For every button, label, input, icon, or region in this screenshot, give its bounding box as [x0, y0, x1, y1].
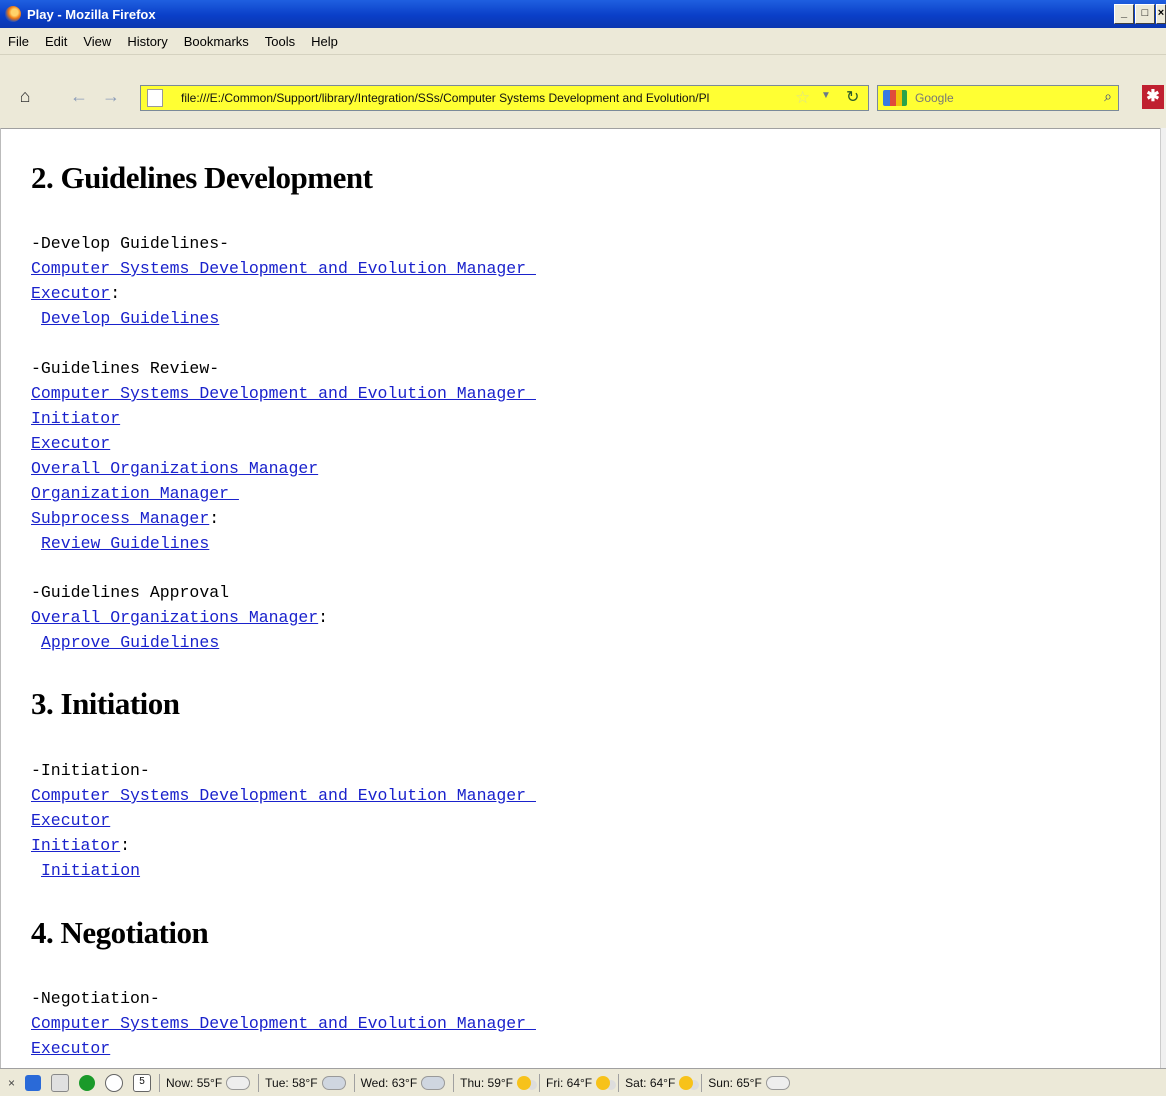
weather-label: Tue: 58°F	[265, 1075, 318, 1090]
menu-bookmarks[interactable]: Bookmarks	[184, 34, 249, 49]
group-initiation: -Initiation- Computer Systems Developmen…	[31, 758, 536, 883]
google-logo-icon[interactable]	[883, 90, 907, 106]
group-heading: -Develop Guidelines-	[31, 234, 230, 253]
dropdown-arrow-icon[interactable]: ▼	[821, 90, 831, 101]
group-heading: -Guidelines Review-	[31, 359, 220, 378]
group-develop-guidelines: -Develop Guidelines- Computer Systems De…	[31, 231, 536, 331]
activity-link[interactable]: Review Guidelines	[41, 534, 209, 553]
navigation-toolbar: ⌂ ← → file:///E:/Common/Support/library/…	[0, 55, 1166, 129]
maximize-button[interactable]: □	[1135, 4, 1155, 24]
rain-cloud-icon	[321, 1075, 346, 1090]
role-link[interactable]: Initiator	[31, 409, 120, 428]
weather-wed[interactable]: Wed: 63°F	[360, 1075, 446, 1090]
activity-link[interactable]: Initiation	[41, 861, 140, 880]
cloud-icon	[765, 1075, 790, 1090]
status-bar: × 5 Now: 55°F Tue: 58°F Wed: 63°F Thu: 5…	[0, 1068, 1166, 1096]
weather-fri[interactable]: Fri: 64°F	[546, 1075, 611, 1090]
addon-icon[interactable]: ✱	[1142, 85, 1164, 109]
partly-sunny-icon	[596, 1075, 611, 1090]
url-text[interactable]: file:///E:/Common/Support/library/Integr…	[181, 91, 781, 105]
window-title-bar: Play - Mozilla Firefox _ □ ×	[0, 0, 1166, 28]
reload-icon[interactable]: ↻	[846, 87, 859, 107]
star-icon[interactable]: ☆	[795, 88, 810, 108]
firefox-logo-icon	[5, 6, 21, 22]
role-link[interactable]: Executor	[31, 1039, 110, 1058]
weather-label: Fri: 64°F	[546, 1075, 593, 1090]
green-status-icon[interactable]	[79, 1074, 96, 1091]
close-button[interactable]: ×	[1156, 4, 1166, 24]
weather-label: Sat: 64°F	[625, 1075, 676, 1090]
role-link[interactable]: Computer Systems Development and Evoluti…	[31, 384, 536, 403]
menu-tools[interactable]: Tools	[265, 34, 295, 49]
menu-edit[interactable]: Edit	[45, 34, 67, 49]
divider	[539, 1073, 540, 1092]
weather-sat[interactable]: Sat: 64°F	[625, 1075, 694, 1090]
rain-cloud-icon	[421, 1075, 446, 1090]
vertical-scrollbar[interactable]	[1160, 128, 1166, 1068]
divider	[618, 1073, 620, 1092]
role-link[interactable]: Computer Systems Development and Evoluti…	[31, 1014, 536, 1033]
role-link[interactable]: Executor	[31, 434, 110, 453]
partly-sunny-icon	[679, 1075, 694, 1090]
menu-history[interactable]: History	[127, 34, 167, 49]
group-guidelines-approval: -Guidelines Approval Overall Organizatio…	[31, 580, 328, 655]
group-heading: -Guidelines Approval	[31, 583, 230, 602]
role-link[interactable]: Executor	[31, 284, 110, 303]
weather-thu[interactable]: Thu: 59°F	[460, 1075, 531, 1090]
divider	[453, 1073, 455, 1092]
section-title: 2. Guidelines Development	[31, 160, 373, 195]
sp-icon[interactable]	[51, 1073, 70, 1092]
close-icon[interactable]: ×	[8, 1076, 15, 1090]
activity-link[interactable]: Develop Guidelines	[41, 309, 219, 328]
weather-sun[interactable]: Sun: 65°F	[708, 1075, 790, 1090]
role-link[interactable]: Organization Manager	[31, 484, 239, 503]
window-title: Play - Mozilla Firefox	[27, 6, 156, 22]
weather-label: Wed: 63°F	[360, 1075, 418, 1090]
weather-label: Thu: 59°F	[460, 1075, 513, 1090]
role-link[interactable]: Subprocess Manager	[31, 509, 209, 528]
cloud-icon	[226, 1075, 251, 1090]
role-link[interactable]: Initiator	[31, 836, 120, 855]
weather-now[interactable]: Now: 55°F	[166, 1075, 251, 1090]
role-link[interactable]: Computer Systems Development and Evoluti…	[31, 786, 536, 805]
activity-link[interactable]: Approve Guidelines	[41, 633, 219, 652]
menu-view[interactable]: View	[83, 34, 111, 49]
weather-label: Now: 55°F	[166, 1075, 223, 1090]
role-link[interactable]: Executor	[31, 811, 110, 830]
divider	[258, 1073, 260, 1092]
search-icon[interactable]: ⌕	[1104, 88, 1112, 105]
search-placeholder[interactable]: Google	[915, 91, 954, 105]
calendar-icon[interactable]: 5	[133, 1073, 152, 1092]
divider	[159, 1073, 161, 1092]
back-icon[interactable]: ←	[70, 85, 96, 107]
weather-tue[interactable]: Tue: 58°F	[265, 1075, 346, 1090]
role-link[interactable]: Computer Systems Development and Evoluti…	[31, 259, 536, 278]
section-title: 4. Negotiation	[31, 915, 209, 950]
group-heading: -Negotiation-	[31, 989, 160, 1008]
role-link[interactable]: Overall Organizations Manager	[31, 608, 318, 627]
page-content: 2. Guidelines Development -Develop Guide…	[0, 128, 1166, 1068]
role-link[interactable]: Overall Organizations Manager	[31, 459, 318, 478]
menu-help[interactable]: Help	[311, 34, 338, 49]
addon-x-icon[interactable]	[25, 1074, 42, 1091]
group-heading: -Initiation-	[31, 761, 150, 780]
weather-label: Sun: 65°F	[708, 1075, 762, 1090]
menu-file[interactable]: File	[8, 34, 29, 49]
divider	[353, 1073, 355, 1092]
menu-bar: File Edit View History Bookmarks Tools H…	[0, 28, 1166, 55]
page-icon	[147, 89, 163, 107]
home-icon[interactable]: ⌂	[14, 85, 36, 107]
group-guidelines-review: -Guidelines Review- Computer Systems Dev…	[31, 356, 536, 556]
search-bar[interactable]: Google ⌕	[877, 85, 1119, 111]
divider	[701, 1073, 703, 1092]
window-controls: _ □ ×	[1114, 4, 1166, 24]
clock-icon[interactable]	[105, 1073, 124, 1092]
url-bar[interactable]: file:///E:/Common/Support/library/Integr…	[140, 85, 869, 111]
group-negotiation: -Negotiation- Computer Systems Developme…	[31, 986, 536, 1061]
section-title: 3. Initiation	[31, 686, 180, 721]
minimize-button[interactable]: _	[1114, 4, 1134, 24]
partly-sunny-icon	[517, 1075, 531, 1090]
forward-icon[interactable]: →	[102, 85, 122, 107]
